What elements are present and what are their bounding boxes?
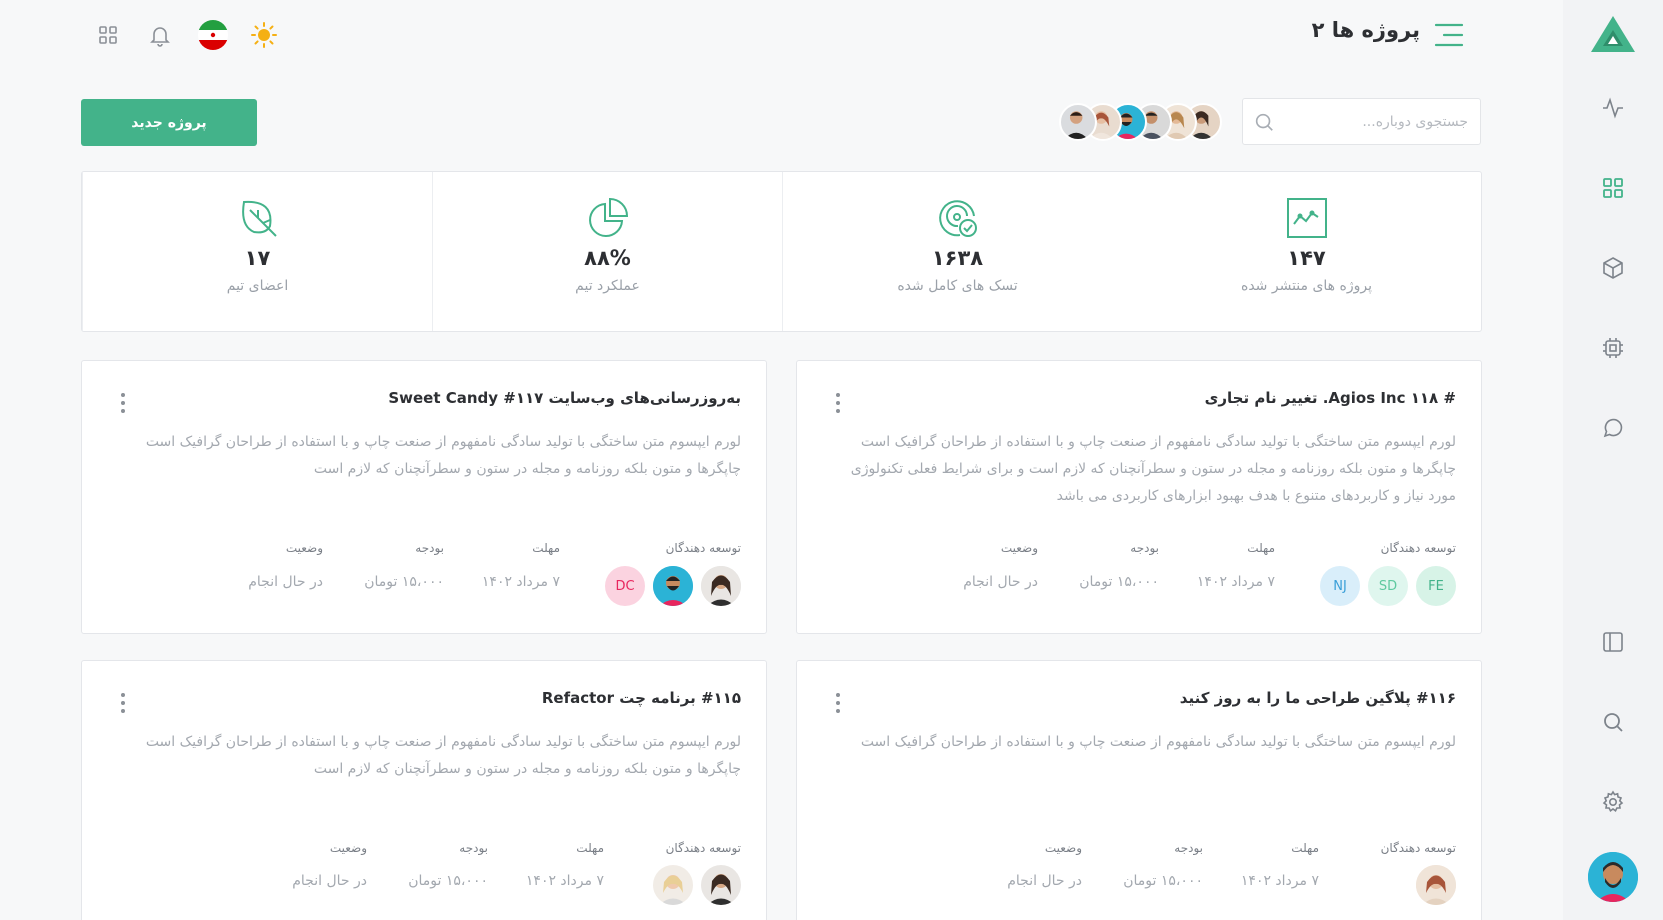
- user-avatar[interactable]: [1588, 852, 1638, 902]
- search-input[interactable]: [1283, 99, 1468, 144]
- budget-label: بودجه: [459, 841, 488, 855]
- project-card[interactable]: به‌روزرسانی‌های وب‌سایت Sweet Candy #۱۱۷…: [81, 360, 767, 634]
- top-header: پروژه ها ۲: [0, 0, 1563, 70]
- project-deadline: ۷ مرداد ۱۴۰۲: [1240, 873, 1319, 889]
- developer-avatar[interactable]: [653, 865, 693, 905]
- project-card[interactable]: #۱۱۵ برنامه چت Refactor لورم ایپسوم متن …: [81, 660, 767, 920]
- project-budget: ۱۵،۰۰۰ تومان: [408, 873, 488, 889]
- developer-avatar[interactable]: FE: [1416, 566, 1456, 606]
- project-description: لورم ایپسوم متن ساختگی با تولید سادگی نا…: [860, 734, 1456, 750]
- stat-value: ۱۷: [244, 246, 271, 270]
- project-budget: ۱۵،۰۰۰ تومان: [1123, 873, 1203, 889]
- more-options-icon[interactable]: [118, 391, 128, 415]
- developer-avatar[interactable]: [701, 566, 741, 606]
- developer-avatar[interactable]: [701, 865, 741, 905]
- stat-label: تسک های کامل شده: [897, 278, 1018, 294]
- project-card[interactable]: # Agios Inc ۱۱۸. تغییر نام تجاری لورم ای…: [796, 360, 1482, 634]
- target-check-icon: [936, 196, 980, 240]
- project-deadline: ۷ مرداد ۱۴۰۲: [481, 574, 560, 590]
- apps-grid-icon[interactable]: [94, 21, 122, 49]
- more-options-icon[interactable]: [833, 391, 843, 415]
- menu-toggle-icon[interactable]: [1434, 22, 1464, 48]
- project-status: در حال انجام: [292, 873, 367, 889]
- deadline-label: مهلت: [532, 541, 560, 555]
- status-label: وضعیت: [329, 841, 367, 855]
- project-deadline: ۷ مرداد ۱۴۰۲: [525, 873, 604, 889]
- project-description: لورم ایپسوم متن ساختگی با تولید سادگی نا…: [850, 434, 1456, 504]
- chat-icon[interactable]: [1599, 414, 1627, 442]
- theme-sun-icon[interactable]: [250, 21, 278, 49]
- stat-label: اعضای تیم: [226, 278, 289, 294]
- deadline-label: مهلت: [1291, 841, 1319, 855]
- status-label: وضعیت: [285, 541, 323, 555]
- logo-icon[interactable]: [1589, 14, 1637, 54]
- dashboard-grid-icon[interactable]: [1599, 174, 1627, 202]
- project-budget: ۱۵،۰۰۰ تومان: [364, 574, 444, 590]
- project-deadline: ۷ مرداد ۱۴۰۲: [1196, 574, 1275, 590]
- stat-published-projects: ۱۴۷ پروژه های منتشر شده: [1132, 172, 1481, 331]
- search-icon: [1253, 111, 1275, 133]
- developers-label: توسعه دهندگان: [665, 541, 741, 555]
- project-status: در حال انجام: [1007, 873, 1082, 889]
- sidebar: [1563, 0, 1663, 920]
- stat-team-members: ۱۷ اعضای تیم: [82, 172, 432, 331]
- layout-icon[interactable]: [1599, 628, 1627, 656]
- developer-avatar[interactable]: SD: [1368, 566, 1408, 606]
- chart-icon: [1285, 196, 1329, 240]
- developer-avatar[interactable]: NJ: [1320, 566, 1360, 606]
- project-title[interactable]: # Agios Inc ۱۱۸. تغییر نام تجاری: [1205, 389, 1456, 407]
- page-title: پروژه ها ۲: [1311, 18, 1420, 42]
- project-description: لورم ایپسوم متن ساختگی با تولید سادگی نا…: [145, 434, 741, 477]
- team-avatar: [1059, 103, 1097, 141]
- project-budget: ۱۵،۰۰۰ تومان: [1079, 574, 1159, 590]
- developer-avatar[interactable]: DC: [605, 566, 645, 606]
- stat-value: ۱۶۳۸: [931, 246, 984, 270]
- project-title[interactable]: به‌روزرسانی‌های وب‌سایت Sweet Candy #۱۱۷: [388, 389, 741, 407]
- stat-value: ۸۸%: [584, 246, 631, 270]
- developer-avatar[interactable]: [653, 566, 693, 606]
- stat-team-performance: ۸۸% عملکرد تیم: [432, 172, 782, 331]
- developers-label: توسعه دهندگان: [665, 841, 741, 855]
- team-avatars[interactable]: [1057, 103, 1222, 141]
- budget-label: بودجه: [1174, 841, 1203, 855]
- search-box[interactable]: [1242, 98, 1481, 145]
- stat-label: عملکرد تیم: [575, 278, 640, 294]
- status-label: وضعیت: [1000, 541, 1038, 555]
- cpu-icon[interactable]: [1599, 334, 1627, 362]
- project-status: در حال انجام: [248, 574, 323, 590]
- pie-icon: [586, 196, 630, 240]
- settings-gear-icon[interactable]: [1599, 788, 1627, 816]
- project-title[interactable]: #۱۱۶ پلاگین طراحی ما را به روز کنید: [1180, 689, 1456, 707]
- project-card[interactable]: #۱۱۶ پلاگین طراحی ما را به روز کنید لورم…: [796, 660, 1482, 920]
- activity-icon[interactable]: [1599, 94, 1627, 122]
- notification-bell-icon[interactable]: [146, 21, 174, 49]
- budget-label: بودجه: [1130, 541, 1159, 555]
- more-options-icon[interactable]: [833, 691, 843, 715]
- leaf-icon: [236, 196, 280, 240]
- deadline-label: مهلت: [1247, 541, 1275, 555]
- stat-label: پروژه های منتشر شده: [1240, 278, 1372, 294]
- developer-avatar[interactable]: [1416, 865, 1456, 905]
- more-options-icon[interactable]: [118, 691, 128, 715]
- project-description: لورم ایپسوم متن ساختگی با تولید سادگی نا…: [145, 734, 741, 777]
- budget-label: بودجه: [415, 541, 444, 555]
- search-icon[interactable]: [1599, 708, 1627, 736]
- stat-completed-tasks: ۱۶۳۸ تسک های کامل شده: [782, 172, 1132, 331]
- new-project-button[interactable]: پروژه جدید: [81, 99, 257, 146]
- box-icon[interactable]: [1599, 254, 1627, 282]
- project-status: در حال انجام: [963, 574, 1038, 590]
- project-title[interactable]: #۱۱۵ برنامه چت Refactor: [542, 689, 741, 707]
- developers-label: توسعه دهندگان: [1380, 841, 1456, 855]
- stat-value: ۱۴۷: [1287, 246, 1326, 270]
- language-flag-icon[interactable]: [197, 19, 229, 51]
- deadline-label: مهلت: [576, 841, 604, 855]
- developers-label: توسعه دهندگان: [1380, 541, 1456, 555]
- status-label: وضعیت: [1044, 841, 1082, 855]
- stats-panel: ۱۴۷ پروژه های منتشر شده ۱۶۳۸ تسک های کام…: [81, 171, 1482, 332]
